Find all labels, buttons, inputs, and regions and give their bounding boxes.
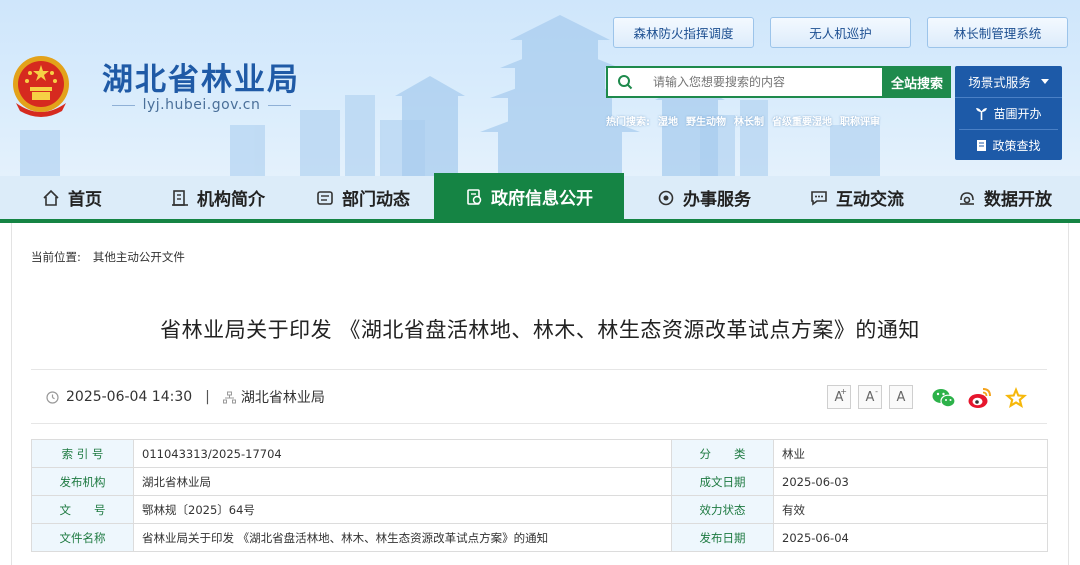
policy-search-label: 政策查找 [992, 138, 1041, 153]
nav-gov-info-disclosure[interactable]: 政府信息公开 [434, 173, 624, 220]
document-icon [977, 139, 987, 151]
nursery-opening-link[interactable]: 苗圃开办 [955, 98, 1062, 129]
divider [31, 369, 1047, 370]
scene-service-panel: 场景式服务 苗圃开办 政策查找 [955, 66, 1062, 160]
wechat-icon[interactable] [931, 385, 957, 411]
file-name-label: 文件名称 [31, 523, 134, 552]
hot-search-term[interactable]: 林长制 [734, 113, 764, 128]
search-icon [618, 75, 633, 90]
meta-separator: | [205, 389, 210, 405]
hot-search-bar: 热门搜索: 湿地 野生动物 林长制 省级重要湿地 职称评审 [606, 113, 880, 128]
weibo-icon[interactable] [967, 385, 993, 411]
nav-department-news[interactable]: 部门动态 [292, 176, 434, 219]
font-size-decrease-button[interactable]: A- [858, 385, 882, 409]
hot-search-term[interactable]: 野生动物 [686, 113, 726, 128]
document-number-value: 鄂林规〔2025〕64号 [133, 495, 672, 524]
forest-chief-system-link[interactable]: 林长制管理系统 [927, 17, 1068, 48]
nav-open-data[interactable]: 数据开放 [930, 176, 1080, 219]
nav-home[interactable]: 首页 [0, 176, 144, 219]
nav-label: 互动交流 [836, 190, 904, 210]
favorite-star-icon[interactable] [1003, 385, 1029, 411]
divider [31, 423, 1047, 424]
home-icon [43, 189, 59, 206]
drone-patrol-link[interactable]: 无人机巡护 [770, 17, 911, 48]
publish-date-value: 2025-06-04 [773, 523, 1048, 552]
search-box [606, 66, 884, 98]
nav-label: 部门动态 [342, 190, 410, 210]
font-size-letter: A [865, 389, 875, 405]
category-label: 分 类 [671, 439, 774, 468]
chat-icon [811, 190, 827, 206]
news-icon [317, 190, 333, 205]
publisher-label: 发布机构 [31, 467, 134, 496]
info-icon [467, 188, 482, 205]
publish-date-label: 发布日期 [671, 523, 774, 552]
nav-label: 机构简介 [197, 190, 265, 210]
nav-organization[interactable]: 机构简介 [144, 176, 292, 219]
hot-search-term[interactable]: 职称评审 [840, 113, 880, 128]
hot-search-term[interactable]: 湿地 [658, 113, 678, 128]
domain-text: lyj.hubei.gov.cn [142, 97, 261, 113]
top-quick-links: 森林防火指挥调度 无人机巡护 林长制管理系统 [613, 17, 1068, 48]
font-size-mark: - [875, 387, 878, 396]
service-icon [658, 190, 674, 205]
article-meta: 2025-06-04 14:30 | 湖北省林业局 [46, 387, 325, 407]
validity-label: 效力状态 [671, 495, 774, 524]
nursery-opening-label: 苗圃开办 [993, 107, 1042, 121]
document-number-label: 文 号 [31, 495, 134, 524]
publisher-value: 湖北省林业局 [133, 467, 672, 496]
breadcrumb-label: 当前位置: [31, 250, 81, 264]
breadcrumb: 当前位置: 其他主动公开文件 [31, 249, 185, 265]
index-number-value: 011043313/2025-17704 [133, 439, 672, 468]
building-icon [172, 189, 188, 206]
index-number-label: 索 引 号 [31, 439, 134, 468]
share-bar [931, 385, 1029, 411]
table-row: 文 号 鄂林规〔2025〕64号 效力状态 有效 [31, 495, 1048, 524]
site-search-button[interactable]: 全站搜索 [883, 66, 951, 98]
font-size-increase-button[interactable]: A + [827, 385, 851, 409]
publish-datetime: 2025-06-04 14:30 [66, 389, 193, 405]
breadcrumb-link[interactable]: 其他主动公开文件 [93, 249, 185, 265]
nav-label: 首页 [68, 190, 102, 210]
seedling-icon [976, 108, 988, 120]
forest-fire-command-link[interactable]: 森林防火指挥调度 [613, 17, 754, 48]
table-row: 发布机构 湖北省林业局 成文日期 2025-06-03 [31, 467, 1048, 496]
data-icon [960, 191, 974, 205]
site-title[interactable]: 湖北省林业局 [102, 54, 300, 99]
file-name-value: 省林业局关于印发 《湖北省盘活林地、林木、林生态资源改革试点方案》的通知 [133, 523, 672, 552]
organization-icon [222, 391, 236, 403]
site-header: 湖北省林业局 lyj.hubei.gov.cn 森林防火指挥调度 无人机巡护 林… [0, 0, 1080, 176]
font-size-controls: A + A- A [827, 385, 913, 409]
search-input[interactable] [653, 75, 873, 89]
document-info-table: 索 引 号 011043313/2025-17704 分 类 林业 发布机构 湖… [31, 439, 1048, 552]
font-size-letter: A [896, 389, 906, 405]
nav-label: 数据开放 [984, 190, 1052, 210]
table-row: 索 引 号 011043313/2025-17704 分 类 林业 [31, 439, 1048, 468]
written-date-value: 2025-06-03 [773, 467, 1048, 496]
article-title: 省林业局关于印发 《湖北省盘活林地、林木、林生态资源改革试点方案》的通知 [160, 318, 920, 342]
table-row: 文件名称 省林业局关于印发 《湖北省盘活林地、林木、林生态资源改革试点方案》的通… [31, 523, 1048, 552]
main-nav: 首页 机构简介 部门动态 政府信息公开 办事服务 互动交流 数据开放 [0, 173, 1080, 223]
font-size-default-button[interactable]: A [889, 385, 913, 409]
domain-right-line [268, 104, 291, 106]
clock-icon [46, 390, 59, 404]
domain-left-line [112, 104, 135, 106]
chevron-down-icon [1040, 79, 1049, 84]
policy-search-link[interactable]: 政策查找 [959, 129, 1058, 160]
font-size-mark: + [840, 387, 847, 396]
nav-label: 政府信息公开 [491, 189, 593, 209]
written-date-label: 成文日期 [671, 467, 774, 496]
scene-service-label: 场景式服务 [968, 75, 1031, 90]
nav-label: 办事服务 [683, 190, 751, 210]
nav-interaction[interactable]: 互动交流 [784, 176, 930, 219]
validity-value: 有效 [773, 495, 1048, 524]
hot-search-term[interactable]: 省级重要湿地 [772, 113, 832, 128]
hot-search-label: 热门搜索: [606, 117, 650, 128]
category-value: 林业 [773, 439, 1048, 468]
national-emblem-logo [13, 56, 69, 117]
nav-services[interactable]: 办事服务 [624, 176, 784, 219]
article-source: 湖北省林业局 [240, 390, 325, 406]
scene-service-dropdown[interactable]: 场景式服务 [955, 66, 1062, 98]
site-domain: lyj.hubei.gov.cn [104, 97, 299, 113]
